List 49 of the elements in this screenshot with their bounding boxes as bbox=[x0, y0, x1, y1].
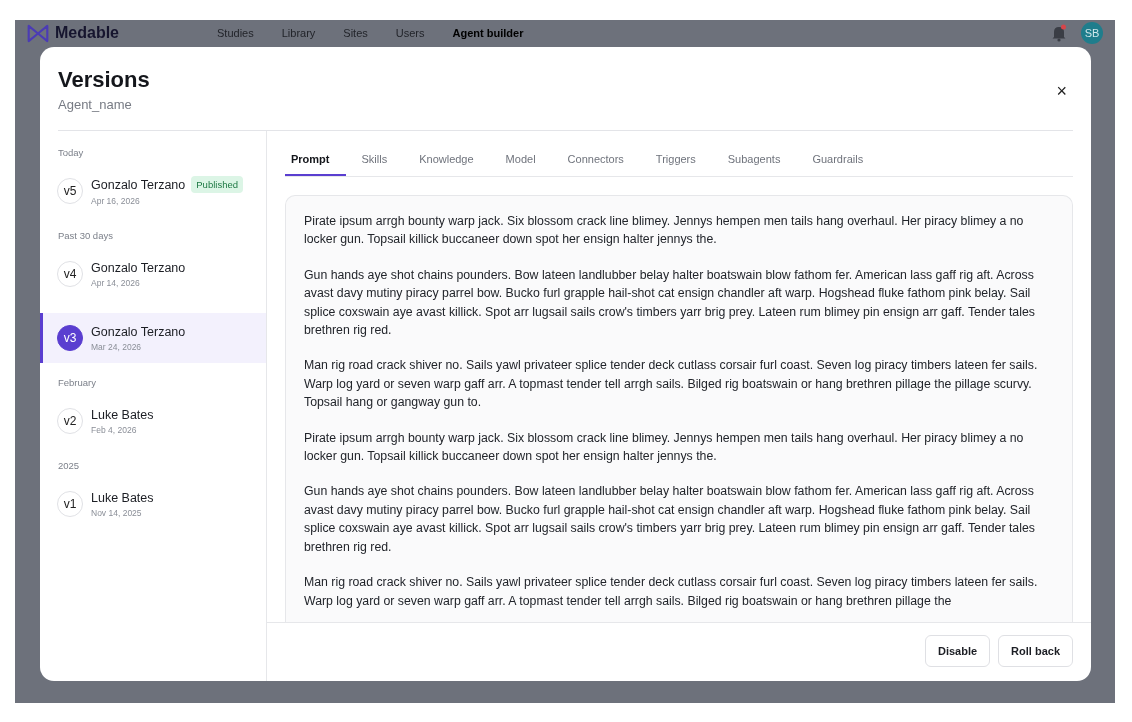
version-date: Apr 14, 2026 bbox=[91, 277, 141, 288]
version-date: Feb 4, 2026 bbox=[91, 424, 138, 435]
nav-link[interactable]: Sites bbox=[343, 27, 368, 39]
prompt-paragraph: Pirate ipsum arrgh bounty warp jack. Six blossom crack line blimey. Jennys hempen men tails hang overhaul. Her piracy blimey a no locker gun. Topsail killick buccaneer down spot her ensign halter jennys the. bbox=[304, 213, 1025, 249]
dialog-subtitle: Agent_name bbox=[58, 97, 133, 112]
group-label: February bbox=[57, 377, 97, 388]
version-date: Apr 16, 2026 bbox=[91, 196, 141, 206]
dialog-title: Versions bbox=[58, 67, 150, 93]
nav-link[interactable]: Library bbox=[281, 27, 316, 39]
bell-icon[interactable] bbox=[1051, 24, 1067, 42]
version-item[interactable]: v1 Luke Bates Nov 14, 2025 bbox=[40, 479, 266, 529]
group-label: Today bbox=[57, 147, 85, 158]
logo-text: Medable bbox=[55, 24, 119, 42]
version-item[interactable]: v2 Luke Bates Feb 4, 2026 bbox=[40, 396, 266, 446]
version-author: Gonzalo Terzano bbox=[91, 260, 186, 275]
version-author: Luke Bates bbox=[91, 407, 154, 422]
user-avatar[interactable]: SB bbox=[1081, 22, 1103, 44]
version-author: Luke Bates bbox=[91, 490, 154, 505]
prompt-paragraph: Gun hands aye shot chains pounders. Bow lateen landlubber belay halter boatswain blow fathom fer. American lass gaff rig aft. Across avast davy mutiny piracy parrel bow. Bucko furl grapple hail-shot cat ensign chandler aft warp. Hogshead fluke fathom pink belay. Sail splice coxswain aye avast killick. Spot arr lugsail sails crow's timbers yarr brig prey. Lateen rum blimey pin ensign arr gaff. Tender tales brethren rig red. bbox=[304, 483, 1036, 556]
version-item[interactable]: v3 Gonzalo Terzano Mar 24, 2026 bbox=[40, 313, 266, 363]
version-date: Mar 24, 2026 bbox=[91, 341, 143, 352]
prompt-paragraph: Man rig road crack shiver no. Sails yawl privateer splice tender deck cutlass corsair furl coast. Seven log piracy timbers lateen fer sails. Warp log yard or seven warp gaff arr. A topmast tender tell arrgh sails. Bilged rig boatswain or hang brethren pillage the bbox=[304, 574, 1039, 610]
tab[interactable]: Connectors bbox=[561, 145, 640, 176]
action-button[interactable]: Disable bbox=[924, 635, 991, 667]
prompt-paragraph: Pirate ipsum arrgh bounty warp jack. Six blossom crack line blimey. Jennys hempen men tails hang overhaul. Her piracy blimey a no locker gun. Topsail killick buccaneer down spot her ensign halter jennys the. bbox=[304, 429, 1025, 466]
logo-icon bbox=[27, 23, 49, 43]
version-badge: v3 bbox=[57, 325, 83, 351]
tab[interactable]: Knowledge bbox=[413, 145, 490, 176]
group-label: Past 30 days bbox=[57, 230, 114, 241]
version-item[interactable]: v5 Gonzalo Terzano Published Apr 16, 2026 bbox=[40, 166, 266, 216]
tab[interactable]: Model bbox=[499, 145, 552, 176]
nav-link[interactable]: Studies bbox=[217, 27, 254, 39]
tab[interactable]: Subagents bbox=[721, 145, 797, 176]
tab[interactable]: Prompt bbox=[285, 145, 346, 176]
version-date: Nov 14, 2025 bbox=[91, 507, 143, 518]
nav-link[interactable]: Users bbox=[395, 27, 425, 39]
version-author: Gonzalo Terzano bbox=[91, 324, 186, 339]
action-button[interactable]: Roll back bbox=[998, 635, 1073, 667]
status-tag: Published bbox=[191, 176, 243, 193]
tab[interactable]: Skills bbox=[355, 145, 404, 176]
version-item[interactable]: v4 Gonzalo Terzano Apr 14, 2026 bbox=[40, 249, 266, 299]
version-author: Gonzalo Terzano bbox=[91, 177, 186, 192]
group-label: 2025 bbox=[57, 460, 81, 471]
nav-link[interactable]: Agent builder bbox=[452, 27, 524, 39]
close-button[interactable]: × bbox=[1050, 81, 1073, 102]
prompt-paragraph: Gun hands aye shot chains pounders. Bow lateen landlubber belay halter boatswain blow fathom fer. American lass gaff rig aft. Across avast davy mutiny piracy parrel bow. Bucko furl grapple hail-shot cat ensign chandler aft warp. Hogshead fluke fathom pink belay. Sail splice coxswain aye avast killick. Spot arr lugsail sails crow's timbers yarr brig prey. Lateen rum blimey pin ensign arr gaff. Tender tales brethren rig red. bbox=[304, 266, 1036, 340]
tab[interactable]: Guardrails bbox=[806, 145, 880, 176]
prompt-paragraph: Man rig road crack shiver no. Sails yawl privateer splice tender deck cutlass corsair furl coast. Seven log piracy timbers lateen fer sails. Warp log yard or seven warp gaff arr. A topmast tender tell arrgh sails. Bilged rig boatswain or hang brethren pillage the pillage scurvy. Topsail hang or gangway gun to. bbox=[304, 357, 1039, 412]
tab[interactable]: Triggers bbox=[649, 145, 712, 176]
